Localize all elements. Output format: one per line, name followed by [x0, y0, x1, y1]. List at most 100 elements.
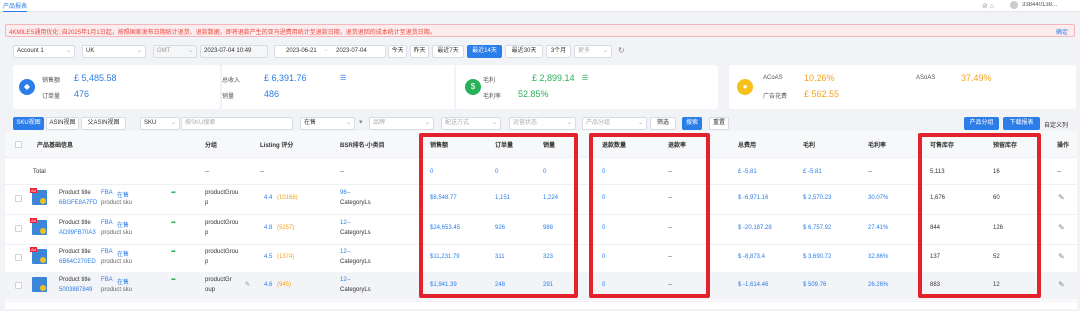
total-refund-rate: --	[668, 169, 672, 175]
sku-search-input[interactable]: 按SKU搜索	[181, 117, 293, 130]
edit-icon[interactable]: ✎	[1058, 193, 1065, 202]
profit-cell[interactable]: $ 2,570.23	[803, 195, 831, 201]
fees-cell[interactable]: $ -20,187.28	[738, 225, 772, 231]
bsr-rank[interactable]: 12--	[340, 249, 351, 255]
range-more-select[interactable]: 更多 ⌄	[574, 45, 612, 58]
col-reserved[interactable]: 预留库存	[993, 140, 1017, 149]
share-arrow-icon[interactable]: ➦	[171, 219, 176, 226]
product-title[interactable]: Product title	[59, 249, 91, 255]
op-status-select[interactable]: 运营状态 ⌄	[509, 117, 576, 130]
col-rating[interactable]: Listing 评分	[260, 140, 293, 149]
breakdown-icon[interactable]: ☰	[582, 74, 588, 82]
tab-product-report[interactable]: 产品报表	[3, 1, 28, 12]
view-parent-asin[interactable]: 父ASIN视图	[81, 117, 126, 130]
account-select[interactable]: Account 1 ⌄	[13, 45, 75, 58]
fees-cell[interactable]: $ -1,614.46	[738, 282, 768, 288]
col-orders[interactable]: 订单量	[495, 140, 513, 149]
rating-count[interactable]: (5257)	[277, 225, 294, 231]
profit-cell[interactable]: $ 3,690.72	[803, 254, 831, 260]
custom-columns-link[interactable]: 自定义列	[1044, 120, 1068, 129]
row-checkbox[interactable]	[15, 225, 22, 232]
fees-cell[interactable]: $ -8,873.4	[738, 254, 765, 260]
filter-button[interactable]: 筛选	[650, 117, 676, 130]
bsr-rank[interactable]: 12--	[340, 220, 351, 226]
ship-select[interactable]: 配送方式 ⌄	[441, 117, 501, 130]
row-checkbox[interactable]	[15, 195, 22, 202]
rating-count[interactable]: (10168)	[277, 195, 298, 201]
profit-cell[interactable]: $ 509.76	[803, 282, 826, 288]
col-refunds[interactable]: 退款数量	[602, 140, 626, 149]
select-all-checkbox[interactable]	[15, 141, 22, 148]
col-refund-rate[interactable]: 退款率	[668, 140, 686, 149]
group-select[interactable]: 产品分组 ⌄	[582, 117, 647, 130]
view-sku[interactable]: SKU视图	[13, 117, 44, 130]
view-asin[interactable]: ASIN视图	[46, 117, 79, 130]
datetime-display: 2023-07-04 10:49	[200, 45, 268, 58]
edit-icon[interactable]: ✎	[1058, 223, 1065, 232]
edit-group-icon[interactable]: ✎	[245, 281, 250, 288]
share-arrow-icon[interactable]: ➦	[171, 189, 176, 196]
col-profit[interactable]: 毛利	[803, 140, 815, 149]
rating-count[interactable]: (1374)	[277, 254, 294, 260]
col-bsr[interactable]: BSR排名-小类目	[340, 140, 385, 149]
refresh-icon[interactable]: ↻	[618, 46, 625, 55]
profit-label: 毛利	[483, 78, 496, 84]
col-fees[interactable]: 总费用	[738, 140, 756, 149]
chevron-down-icon: ⌄	[136, 48, 142, 54]
search-type-select[interactable]: SKU ⌄	[140, 117, 180, 130]
notification-icon[interactable]: ⊘ ⌂	[982, 2, 994, 10]
user-name[interactable]: 338440138...	[1022, 2, 1057, 8]
product-title[interactable]: Product title	[59, 220, 91, 226]
profit-cell[interactable]: $ 6,757.92	[803, 225, 831, 231]
range-14d[interactable]: 最近14天	[467, 45, 502, 58]
rating-count[interactable]: (945)	[277, 282, 291, 288]
share-arrow-icon[interactable]: ➦	[171, 276, 176, 283]
orders-cell: 1,151	[495, 195, 511, 201]
status-select[interactable]: 在售 ⌄	[300, 117, 355, 130]
date-range-picker[interactable]: 2023-06-21 - 2023-07-04	[274, 45, 386, 58]
range-7d[interactable]: 最近7天	[432, 45, 464, 58]
reset-button[interactable]: 重置	[709, 117, 729, 130]
group-button[interactable]: 产品分组	[964, 117, 999, 130]
product-thumbnail[interactable]	[32, 277, 47, 292]
col-available[interactable]: 可售库存	[930, 140, 954, 149]
edit-icon[interactable]: ✎	[1058, 280, 1065, 289]
range-30d[interactable]: 最近30天	[505, 45, 543, 58]
asin-link[interactable]: AD99FB70A3	[59, 230, 96, 236]
range-today[interactable]: 今天	[388, 45, 407, 58]
product-title[interactable]: Product title	[59, 277, 91, 283]
range-3m[interactable]: 3个月	[546, 45, 571, 58]
col-units[interactable]: 销量	[543, 140, 555, 149]
edit-icon[interactable]: ✎	[1058, 252, 1065, 261]
col-sales[interactable]: 销售额	[430, 140, 448, 149]
total-rating: --	[260, 169, 264, 175]
notice-confirm-link[interactable]: 确定	[1056, 27, 1068, 36]
asin-link[interactable]: 6BGFE8A7FD	[59, 200, 97, 206]
range-yesterday[interactable]: 昨天	[410, 45, 429, 58]
timezone-select[interactable]: GMT ⌄	[153, 45, 197, 58]
product-thumbnail[interactable]: Ad	[30, 218, 47, 235]
country-select[interactable]: UK ⌄	[82, 45, 146, 58]
sales-cell: $24,653.45	[430, 225, 461, 231]
product-thumbnail[interactable]: Ad	[30, 188, 47, 205]
bsr-rank[interactable]: 96--	[340, 190, 351, 196]
bsr-rank[interactable]: 12--	[340, 277, 351, 283]
share-arrow-icon[interactable]: ➦	[171, 248, 176, 255]
avatar[interactable]	[1010, 1, 1018, 9]
total-actions: --	[1057, 169, 1061, 175]
units-label: 销量	[222, 94, 235, 100]
product-title[interactable]: Product title	[59, 190, 91, 196]
funnel-icon[interactable]: ▾	[359, 118, 363, 126]
product-thumbnail[interactable]: Ad	[30, 247, 47, 264]
income-card: 总收入 £ 6,391.76 ☰ 销量 486	[222, 65, 454, 109]
breakdown-icon[interactable]: ☰	[340, 74, 346, 82]
col-margin[interactable]: 毛利率	[868, 140, 886, 149]
asin-link[interactable]: 5003887849	[59, 287, 92, 293]
download-button[interactable]: 下载报表	[1003, 117, 1040, 130]
row-checkbox[interactable]	[15, 282, 22, 289]
asin-link[interactable]: 6B64C270ED	[59, 259, 96, 265]
row-checkbox[interactable]	[15, 254, 22, 261]
fees-cell[interactable]: $ -6,971.16	[738, 195, 768, 201]
search-button[interactable]: 搜索	[682, 117, 702, 130]
brand-select[interactable]: 品牌 ⌄	[369, 117, 434, 130]
